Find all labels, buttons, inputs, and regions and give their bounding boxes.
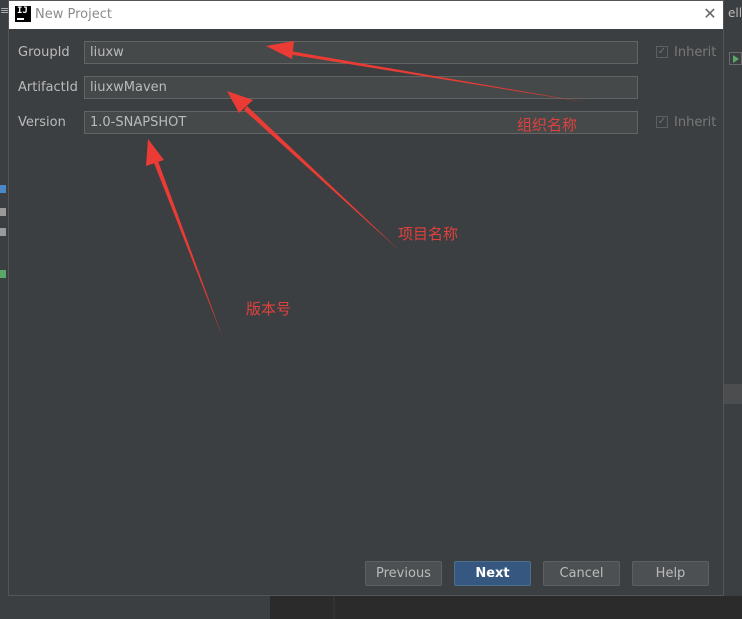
ide-left-panel (0, 0, 8, 619)
ide-left-marker (0, 208, 6, 216)
ide-right-panel (724, 0, 742, 619)
annotation-group-name: 组织名称 (517, 116, 578, 134)
checkbox-check-icon[interactable]: ✓ (656, 46, 668, 58)
close-icon[interactable]: ✕ (701, 5, 719, 23)
group-id-input[interactable] (84, 41, 638, 64)
ide-title-fragment: elliJ (728, 6, 742, 20)
help-button[interactable]: Help (632, 561, 709, 586)
ide-left-marker (0, 270, 6, 278)
version-label: Version (18, 115, 66, 130)
inherit-label: Inherit (674, 45, 717, 60)
intellij-app-icon: IJ (15, 6, 31, 22)
inherit-label: Inherit (674, 115, 717, 130)
dialog-title: New Project (35, 7, 112, 22)
group-id-label: GroupId (18, 45, 70, 60)
ide-left-marker (0, 185, 6, 193)
annotation-project-name: 项目名称 (398, 225, 459, 243)
previous-button[interactable]: Previous (365, 561, 442, 586)
checkbox-check-icon[interactable]: ✓ (656, 116, 668, 128)
artifact-id-input[interactable] (84, 76, 638, 99)
run-icon[interactable] (729, 52, 742, 65)
artifact-id-label: ArtifactId (18, 80, 78, 95)
ide-bottom-divider (333, 596, 335, 619)
new-project-dialog: IJ New Project ✕ GroupId ✓ Inherit Artif… (8, 0, 724, 596)
annotation-version: 版本号 (246, 300, 292, 318)
ide-bottom-pane (0, 596, 270, 619)
ide-left-marker (0, 228, 6, 236)
title-bar[interactable]: IJ New Project ✕ (9, 1, 723, 29)
ide-bottom-area (0, 596, 742, 619)
ide-right-stripe (724, 384, 742, 404)
cancel-button[interactable]: Cancel (543, 561, 620, 586)
ide-left-glyph: ≡ (0, 4, 8, 17)
next-button[interactable]: Next (454, 561, 531, 586)
